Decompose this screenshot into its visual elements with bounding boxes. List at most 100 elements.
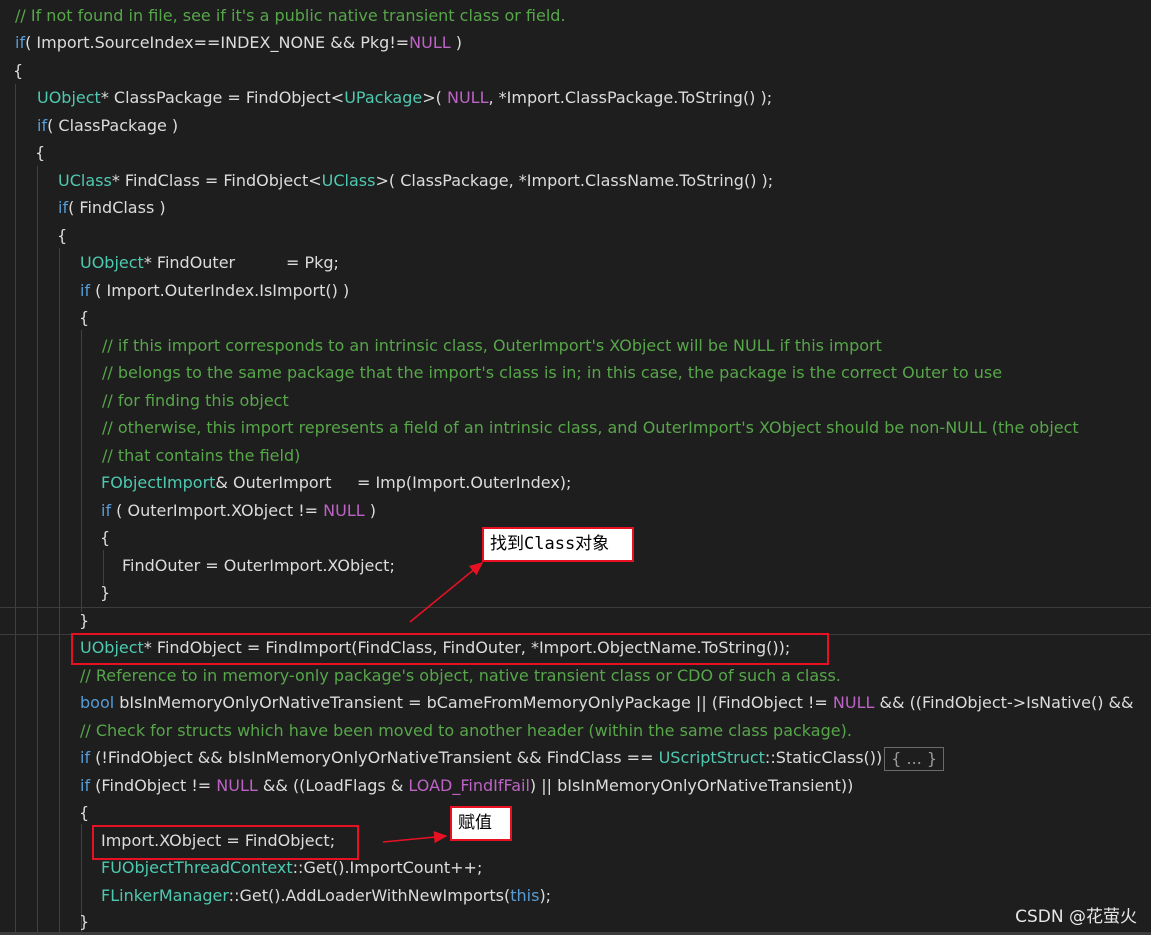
code-editor[interactable]: // If not found in file, see if it's a p… [0,0,1151,935]
code-line[interactable]: } [79,607,89,634]
code-text: ::StaticClass()) [764,748,883,767]
code-line[interactable]: if ( Import.OuterIndex.IsImport() ) [80,277,349,304]
code-line[interactable]: if (FindObject != NULL && ((LoadFlags & … [80,772,853,799]
code-text: , *Import.ClassPackage.ToString() ); [488,88,773,107]
code-line[interactable]: { [79,799,89,826]
code-line[interactable]: // if this import corresponds to an intr… [102,332,882,359]
comment: // Check for structs which have been mov… [80,721,852,740]
type-name: FLinkerManager [101,886,229,905]
brace: { [57,226,68,245]
comment: // that contains the field) [102,446,301,465]
code-line[interactable]: // Reference to in memory-only package's… [80,662,841,689]
code-line[interactable]: if( FindClass ) [58,194,166,221]
indent-guide [81,330,82,612]
code-line[interactable]: } [100,579,110,606]
watermark: CSDN @花萤火 [1015,907,1137,927]
brace: } [79,611,90,630]
indent-guide [37,166,38,935]
macro: NULL [323,501,365,520]
code-text: ); [539,886,552,905]
code-line[interactable]: FLinkerManager::Get().AddLoaderWithNewIm… [101,882,551,909]
code-text: * FindClass = FindObject< [111,171,322,190]
code-text: >( [422,88,447,107]
keyword: if [101,501,112,520]
macro: NULL [832,693,875,712]
code-line[interactable]: if (!FindObject && bIsInMemoryOnlyOrNati… [80,744,945,771]
code-text: && ((LoadFlags & [257,776,409,795]
code-text: ::Get().AddLoaderWithNewImports( [228,886,511,905]
code-text: * ClassPackage = FindObject< [100,88,345,107]
code-text: bIsInMemoryOnlyOrNativeTransient = bCame… [114,693,833,712]
code-text: & OuterImport = Imp(Import.OuterIndex); [215,473,572,492]
code-text: ( ClassPackage ) [47,116,179,135]
code-line[interactable]: { [13,57,23,84]
code-line[interactable]: if( ClassPackage ) [37,112,178,139]
code-line[interactable]: // belongs to the same package that the … [102,359,1002,386]
annotation-find-class: 找到Class对象 [482,527,634,562]
brace: } [79,912,90,931]
code-text: (FindObject != [90,776,217,795]
indent-guide [15,84,16,935]
code-line[interactable]: { [35,139,45,166]
comment: // belongs to the same package that the … [102,363,1003,382]
annotation-assign: 赋值 [450,806,512,841]
code-line[interactable]: // If not found in file, see if it's a p… [15,2,566,29]
code-line[interactable]: if ( OuterImport.XObject != NULL ) [101,497,376,524]
brace: { [35,143,46,162]
code-text: >( ClassPackage, *Import.ClassName.ToStr… [375,171,774,190]
code-text: FindOuter = OuterImport.XObject; [122,556,395,575]
macro: NULL [409,33,451,52]
line-separator [0,607,1151,608]
brace: { [100,528,111,547]
code-text: ( Import.SourceIndex==INDEX_NONE && Pkg!… [25,33,410,52]
code-line[interactable]: bool bIsInMemoryOnlyOrNativeTransient = … [80,689,1134,716]
brace: { [13,61,24,80]
code-line[interactable]: { [100,524,110,551]
code-line[interactable]: if( Import.SourceIndex==INDEX_NONE && Pk… [15,29,462,56]
code-line[interactable]: // for finding this object [102,387,289,414]
code-line[interactable]: // Check for structs which have been mov… [80,717,852,744]
code-text: ( FindClass ) [68,198,166,217]
code-line[interactable]: } [79,908,89,935]
code-line[interactable]: { [57,222,67,249]
keyword: if [15,33,26,52]
indent-guide [59,248,60,935]
keyword: if [80,748,91,767]
collapsed-region-button[interactable]: { ... } [884,746,945,771]
type-name: UClass [321,171,376,190]
code-line[interactable]: UClass* FindClass = FindObject<UClass>( … [58,167,773,194]
macro: NULL [446,88,489,107]
brace: { [79,803,90,822]
keyword: if [37,116,48,135]
highlight-find-object [71,633,829,665]
code-line[interactable]: UObject* ClassPackage = FindObject<UPack… [37,84,772,111]
comment: // if this import corresponds to an intr… [102,336,882,355]
code-line[interactable]: { [79,304,89,331]
code-line[interactable]: UObject* FindOuter = Pkg; [80,249,339,276]
code-text: && ((FindObject->IsNative() && [874,693,1134,712]
code-text: ) [450,33,462,52]
code-line[interactable]: // that contains the field) [102,442,300,469]
keyword: bool [80,693,115,712]
type-name: UClass [58,171,112,190]
highlight-assign-xobject [92,825,359,860]
keyword: this [510,886,540,905]
code-line[interactable]: FObjectImport& OuterImport = Imp(Import.… [101,469,571,496]
code-text: (!FindObject && bIsInMemoryOnlyOrNativeT… [90,748,659,767]
macro: NULL [216,776,258,795]
macro: LOAD_FindIfFail [408,776,530,795]
type-name: UScriptStruct [658,748,765,767]
code-line[interactable]: FindOuter = OuterImport.XObject; [122,552,395,579]
keyword: if [58,198,69,217]
code-line[interactable]: // otherwise, this import represents a f… [102,414,1079,441]
comment: // If not found in file, see if it's a p… [15,6,566,25]
code-text: ( Import.OuterIndex.IsImport() ) [90,281,350,300]
keyword: if [80,281,91,300]
type-name: FUObjectThreadContext [101,858,293,877]
type-name: FObjectImport [101,473,216,492]
comment: // Reference to in memory-only package's… [80,666,841,685]
code-text: ) [364,501,376,520]
code-text: ::Get().ImportCount++; [292,858,483,877]
comment: // otherwise, this import represents a f… [102,418,1079,437]
type-name: UPackage [344,88,423,107]
